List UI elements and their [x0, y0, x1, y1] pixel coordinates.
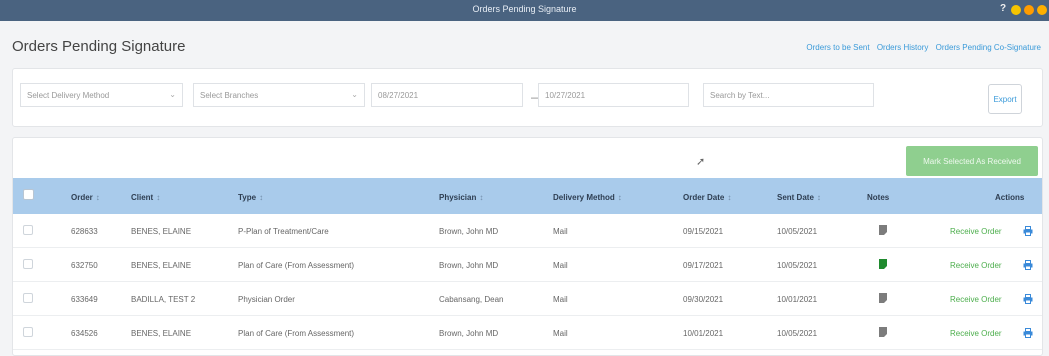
col-client[interactable]: Client ↕ — [131, 193, 160, 202]
col-actions: Actions — [995, 193, 1025, 202]
window-dot-3[interactable] — [1037, 5, 1047, 15]
sort-icon: ↕ — [156, 193, 161, 202]
col-order[interactable]: Order ↕ — [71, 193, 100, 202]
sort-icon: ↕ — [727, 193, 732, 202]
sort-icon: ↕ — [479, 193, 484, 202]
note-icon[interactable] — [879, 293, 887, 303]
print-icon[interactable] — [1023, 260, 1033, 270]
cell-order-date: 10/01/2021 — [683, 329, 724, 338]
col-notes: Notes — [867, 193, 890, 202]
export-button[interactable]: Export — [988, 84, 1022, 114]
window-title: Orders Pending Signature — [472, 4, 577, 14]
top-links: Orders to be Sent Orders History Orders … — [801, 43, 1041, 52]
page-title: Orders Pending Signature — [12, 38, 186, 55]
link-orders-history[interactable]: Orders History — [877, 43, 929, 52]
orders-table-panel: ➚ Mark Selected As Received Order ↕ Clien… — [12, 137, 1043, 356]
row-checkbox[interactable] — [23, 225, 33, 235]
cell-order: 632750 — [71, 261, 98, 270]
note-icon[interactable] — [879, 259, 887, 269]
col-delivery-method[interactable]: Delivery Method ↕ — [553, 193, 622, 202]
select-all-checkbox[interactable] — [23, 189, 34, 200]
cell-order-date: 09/17/2021 — [683, 261, 724, 270]
search-input[interactable]: Search by Text... — [703, 83, 874, 107]
delivery-method-select[interactable]: Select Delivery Method ⌄ — [20, 83, 183, 107]
cell-order-date: 09/15/2021 — [683, 227, 724, 236]
mouse-cursor-icon: ➚ — [696, 156, 706, 168]
chevron-down-icon: ⌄ — [169, 90, 176, 99]
sort-icon: ↕ — [95, 193, 100, 202]
sort-icon: ↕ — [259, 193, 264, 202]
table-row: 634526 BENES, ELAINE Plan of Care (From As… — [13, 316, 1042, 350]
cell-type: Physician Order — [238, 295, 295, 304]
delivery-method-placeholder: Select Delivery Method — [27, 91, 110, 100]
cell-sent-date: 10/05/2021 — [777, 227, 818, 236]
table-header: Order ↕ Client ↕ Type ↕ Physician ↕ Delivery… — [13, 178, 1042, 214]
note-icon[interactable] — [879, 225, 887, 235]
window-dot-2[interactable] — [1024, 5, 1034, 15]
cell-order: 628633 — [71, 227, 98, 236]
cell-sent-date: 10/05/2021 — [777, 329, 818, 338]
receive-order-link[interactable]: Receive Order — [950, 227, 1002, 236]
link-orders-to-be-sent[interactable]: Orders to be Sent — [806, 43, 869, 52]
cell-type: Plan of Care (From Assessment) — [238, 329, 355, 338]
cell-type: P-Plan of Treatment/Care — [238, 227, 329, 236]
print-icon[interactable] — [1023, 294, 1033, 304]
filter-panel: Select Delivery Method ⌄ Select Branches… — [12, 68, 1043, 127]
cell-client: BENES, ELAINE — [131, 329, 192, 338]
sort-icon: ↕ — [816, 193, 821, 202]
row-checkbox[interactable] — [23, 293, 33, 303]
table-row: 632750 BENES, ELAINE Plan of Care (From As… — [13, 248, 1042, 282]
branches-select[interactable]: Select Branches ⌄ — [193, 83, 365, 107]
cell-sent-date: 10/05/2021 — [777, 261, 818, 270]
table-row: 628633 BENES, ELAINE P-Plan of Treatment/C… — [13, 214, 1042, 248]
col-physician[interactable]: Physician ↕ — [439, 193, 483, 202]
cell-delivery-method: Mail — [553, 227, 568, 236]
cell-delivery-method: Mail — [553, 295, 568, 304]
print-icon[interactable] — [1023, 328, 1033, 338]
cell-order: 634526 — [71, 329, 98, 338]
cell-delivery-method: Mail — [553, 261, 568, 270]
cell-physician: Brown, John MD — [439, 329, 499, 338]
date-to-input[interactable]: 10/27/2021 — [538, 83, 689, 107]
cell-physician: Brown, John MD — [439, 261, 499, 270]
window-dot-1[interactable] — [1011, 5, 1021, 15]
search-placeholder: Search by Text... — [710, 91, 770, 100]
cell-type: Plan of Care (From Assessment) — [238, 261, 355, 270]
cell-sent-date: 10/01/2021 — [777, 295, 818, 304]
mark-selected-received-button[interactable]: Mark Selected As Received — [906, 146, 1038, 176]
cell-client: BENES, ELAINE — [131, 227, 192, 236]
cell-order-date: 09/30/2021 — [683, 295, 724, 304]
branches-placeholder: Select Branches — [200, 91, 259, 100]
sort-icon: ↕ — [617, 193, 622, 202]
cell-delivery-method: Mail — [553, 329, 568, 338]
receive-order-link[interactable]: Receive Order — [950, 261, 1002, 270]
cell-order: 633649 — [71, 295, 98, 304]
link-orders-pending-co-signature[interactable]: Orders Pending Co-Signature — [936, 43, 1041, 52]
date-from-value: 08/27/2021 — [378, 91, 419, 100]
note-icon[interactable] — [879, 327, 887, 337]
row-checkbox[interactable] — [23, 259, 33, 269]
cell-physician: Cabansang, Dean — [439, 295, 504, 304]
col-type[interactable]: Type ↕ — [238, 193, 263, 202]
row-checkbox[interactable] — [23, 327, 33, 337]
table-row: 633649 BADILLA, TEST 2 Physician Order Caba… — [13, 282, 1042, 316]
help-icon[interactable]: ? — [1000, 3, 1006, 14]
cell-client: BADILLA, TEST 2 — [131, 295, 196, 304]
chevron-down-icon: ⌄ — [351, 90, 358, 99]
cell-physician: Brown, John MD — [439, 227, 499, 236]
print-icon[interactable] — [1023, 226, 1033, 236]
window-titlebar: Orders Pending Signature ? — [0, 0, 1049, 21]
receive-order-link[interactable]: Receive Order — [950, 295, 1002, 304]
col-sent-date[interactable]: Sent Date ↕ — [777, 193, 821, 202]
date-from-input[interactable]: 08/27/2021 — [371, 83, 523, 107]
cell-client: BENES, ELAINE — [131, 261, 192, 270]
receive-order-link[interactable]: Receive Order — [950, 329, 1002, 338]
col-order-date[interactable]: Order Date ↕ — [683, 193, 731, 202]
date-to-value: 10/27/2021 — [545, 91, 586, 100]
